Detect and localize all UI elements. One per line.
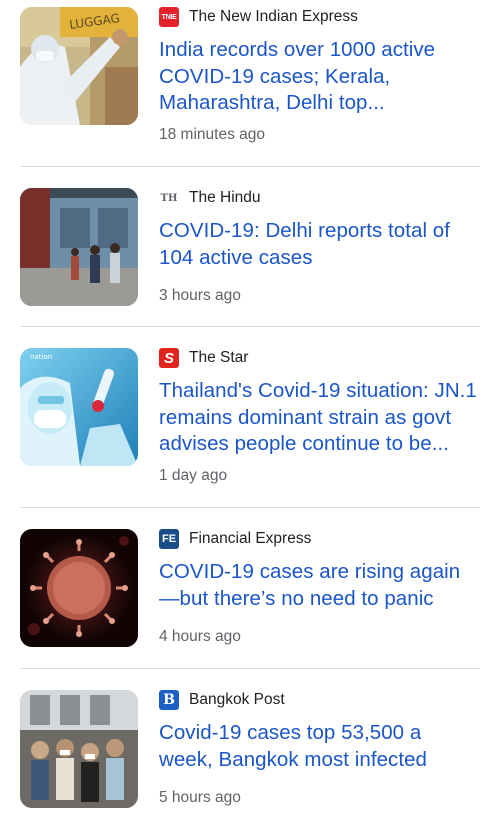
article-thumbnail[interactable] xyxy=(20,188,138,306)
financial-express-logo-icon: FE xyxy=(159,529,179,549)
bangkok-post-logo-icon: B xyxy=(159,690,179,710)
source-row: TNIE The New Indian Express xyxy=(159,6,358,28)
article-card-the-hindu[interactable]: TH The Hindu COVID-19: Delhi reports tot… xyxy=(0,167,500,327)
the-hindu-logo-icon: TH xyxy=(160,192,178,204)
article-timestamp: 3 hours ago xyxy=(159,287,241,304)
article-headline[interactable]: Thailand's Covid-19 situation: JN.1 rema… xyxy=(159,378,479,458)
article-card-bangkok-post[interactable]: B Bangkok Post Covid-19 cases top 53,500… xyxy=(0,669,500,829)
article-card-financial-express[interactable]: FE Financial Express COVID-19 cases are … xyxy=(0,508,500,668)
source-row: TH The Hindu xyxy=(159,187,261,209)
article-timestamp: 1 day ago xyxy=(159,467,228,484)
crowd-photo xyxy=(20,690,138,808)
source-name: Financial Express xyxy=(189,530,312,547)
article-headline[interactable]: COVID-19: Delhi reports total of 104 act… xyxy=(159,218,479,271)
article-card-the-star[interactable]: nation S The Star Thailand's Covid-19 si… xyxy=(0,327,500,487)
article-timestamp: 18 minutes ago xyxy=(159,126,265,143)
article-timestamp: 4 hours ago xyxy=(159,628,241,645)
hospital-entrance-photo xyxy=(20,188,138,306)
tnie-logo-icon: TNIE xyxy=(159,7,179,27)
source-name: The Star xyxy=(189,349,249,366)
article-headline[interactable]: India records over 1000 active COVID-19 … xyxy=(159,37,479,117)
virus-illustration xyxy=(20,529,138,647)
article-card-tnie[interactable]: LUGGAG TNIE The New Indian Express India… xyxy=(0,0,500,160)
lab-scientist-photo: nation xyxy=(20,348,138,466)
article-headline[interactable]: Covid-19 cases top 53,500 a week, Bangko… xyxy=(159,720,479,773)
source-row: FE Financial Express xyxy=(159,528,311,550)
health-worker-photo: LUGGAG xyxy=(20,7,138,125)
article-headline[interactable]: COVID-19 cases are rising again—but ther… xyxy=(159,559,479,612)
source-row: B Bangkok Post xyxy=(159,689,285,711)
source-name: The Hindu xyxy=(189,189,261,206)
article-thumbnail[interactable] xyxy=(20,690,138,808)
source-row: S The Star xyxy=(159,347,248,369)
the-star-logo-icon: S xyxy=(159,348,179,368)
article-thumbnail[interactable]: LUGGAG xyxy=(20,7,138,125)
source-name: The New Indian Express xyxy=(189,8,358,25)
article-thumbnail[interactable] xyxy=(20,529,138,647)
thumbnail-badge: nation xyxy=(30,353,52,361)
article-timestamp: 5 hours ago xyxy=(159,789,241,806)
source-name: Bangkok Post xyxy=(189,691,285,708)
article-thumbnail[interactable]: nation xyxy=(20,348,138,466)
